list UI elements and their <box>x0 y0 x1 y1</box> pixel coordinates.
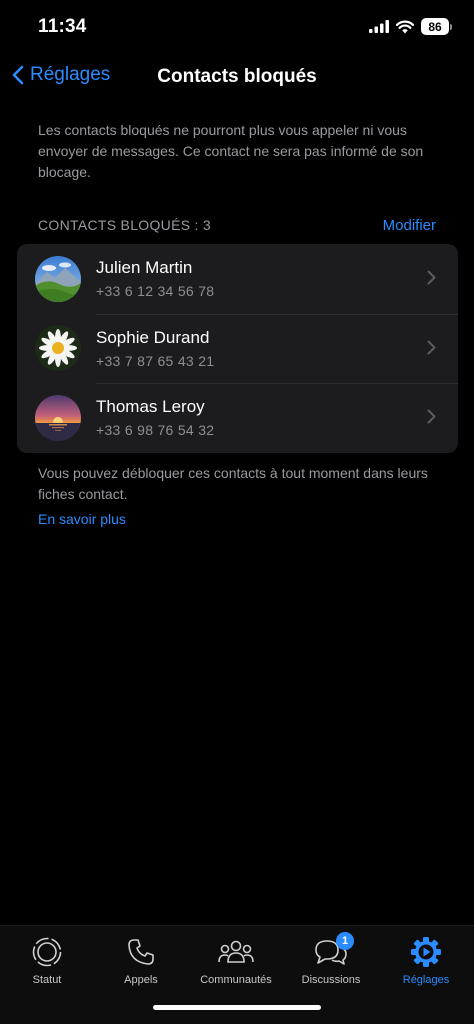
phone-icon <box>128 939 154 965</box>
battery-icon: 86 <box>421 18 452 35</box>
tab-discussions[interactable]: 1 Discussions <box>284 932 378 986</box>
sunset-sea-icon <box>35 394 81 441</box>
contact-phone: +33 7 87 65 43 21 <box>96 352 215 369</box>
section-title: CONTACTS BLOQUÉS : 3 <box>38 217 211 233</box>
daisy-flower-icon <box>35 325 81 372</box>
info-text: Les contacts bloqués ne pourront plus vo… <box>38 122 424 180</box>
contact-row[interactable]: Thomas Leroy +33 6 98 76 54 32 <box>17 383 458 453</box>
tab-label: Discussions <box>301 974 361 986</box>
tab-label: Réglages <box>402 974 450 986</box>
blocked-contacts-list: Julien Martin +33 6 12 34 56 78 Sophie D… <box>17 244 458 453</box>
avatar <box>35 394 81 441</box>
status-bar: 11:34 86 <box>0 0 474 56</box>
chevron-right-icon <box>427 340 436 354</box>
contact-row[interactable]: Sophie Durand +33 7 87 65 43 21 <box>17 313 458 384</box>
contact-info: Julien Martin +33 6 12 34 56 78 <box>96 257 214 301</box>
avatar <box>35 255 81 302</box>
status-time: 11:34 <box>38 16 87 37</box>
status-icons: 86 <box>369 18 452 35</box>
learn-more-link[interactable]: En savoir plus <box>38 511 126 527</box>
contact-info: Sophie Durand +33 7 87 65 43 21 <box>96 327 214 371</box>
tab-label: Appels <box>124 974 158 986</box>
contact-phone: +33 6 98 76 54 32 <box>96 422 215 438</box>
contact-name: Thomas Leroy <box>96 397 205 416</box>
home-indicator[interactable] <box>153 1005 321 1010</box>
nav-bar: Réglages Contacts bloqués <box>0 56 474 100</box>
chevron-right-icon <box>427 409 436 424</box>
tab-appels[interactable]: Appels <box>94 936 188 986</box>
wifi-icon <box>396 20 414 33</box>
tab-label: Communautés <box>200 974 272 986</box>
edit-button[interactable]: Modifier <box>383 217 436 234</box>
page-title: Contacts bloqués <box>157 66 317 87</box>
footer-text: Vous pouvez débloquer ces contacts à tou… <box>38 465 428 502</box>
unread-badge: 1 <box>336 932 354 950</box>
avatar <box>35 325 81 372</box>
status-icon <box>32 937 62 967</box>
mountain-landscape-icon <box>35 255 81 302</box>
battery-level: 86 <box>421 18 449 35</box>
section-header: CONTACTS BLOQUÉS : 3 Modifier <box>38 217 436 235</box>
settings-icon <box>411 937 441 967</box>
communities-icon <box>218 940 254 963</box>
signal-icon <box>369 20 389 33</box>
tab-reglages[interactable]: Réglages <box>379 936 473 986</box>
contact-phone: +33 6 12 34 56 78 <box>96 283 215 299</box>
contact-name: Julien Martin <box>96 258 193 277</box>
tab-communautes[interactable]: Communautés <box>189 936 283 986</box>
tab-label: Statut <box>32 974 62 986</box>
tab-statut[interactable]: Statut <box>0 936 94 986</box>
contact-row[interactable]: Julien Martin +33 6 12 34 56 78 <box>17 244 458 314</box>
contact-info: Thomas Leroy +33 6 98 76 54 32 <box>96 396 214 440</box>
chevron-right-icon <box>427 270 436 285</box>
contact-name: Sophie Durand <box>96 327 210 347</box>
